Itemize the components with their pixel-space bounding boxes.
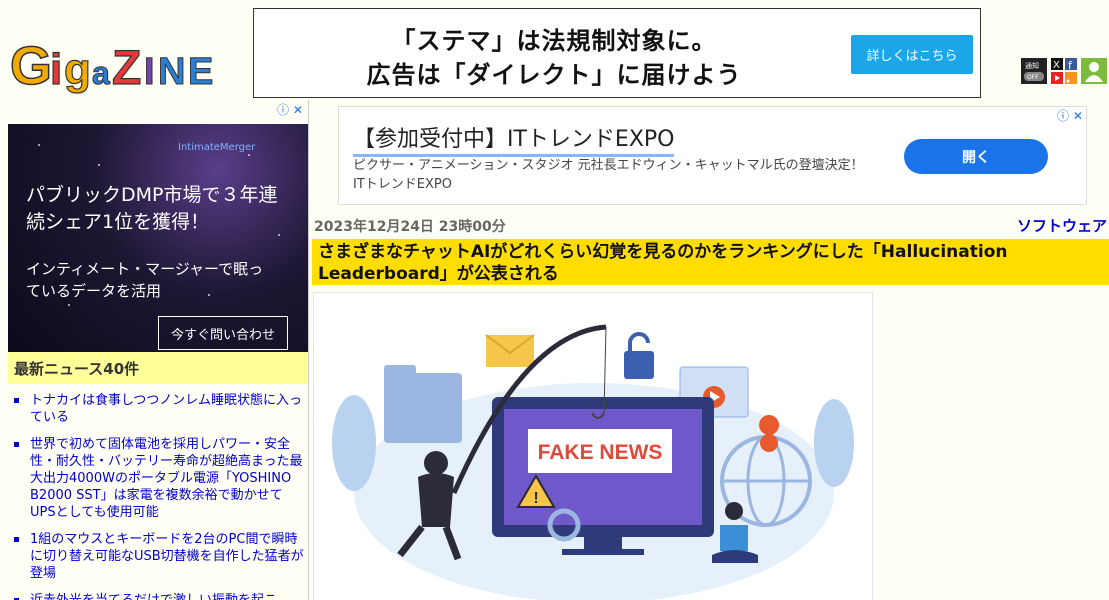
svg-text:E: E — [188, 51, 213, 93]
ad-brand: IntimateMerger — [178, 142, 256, 153]
latest-news-list: トナカイは食事しつつノンレム睡眠状態に入っている 世界で初めて固体電池を採用しパ… — [8, 392, 308, 600]
star-decor — [98, 164, 100, 166]
banner-details-button[interactable]: 詳しくはこちら — [851, 35, 973, 74]
sidebar-ad[interactable]: IntimateMerger パブリックDMP市場で３年連続シェア1位を獲得！ … — [8, 124, 308, 352]
notify-off-icon[interactable]: 通知 OFF — [1021, 58, 1047, 84]
svg-text:OFF: OFF — [1027, 74, 1039, 81]
main-ad-title[interactable]: 【参加受付中】ITトレンドEXPO — [353, 121, 675, 157]
news-link[interactable]: トナカイは食事しつつノンレム睡眠状態に入っている — [8, 392, 308, 426]
star-decor — [38, 144, 40, 146]
social-links-icon[interactable]: Xf — [1051, 58, 1077, 84]
banner-line-1: 「ステマ」は法規制対象に。 — [391, 27, 717, 55]
ad-contact-button[interactable]: 今すぐ問い合わせ — [158, 316, 288, 350]
header-icons: 通知 OFF Xf — [1021, 58, 1107, 86]
svg-text:!: ! — [533, 490, 538, 507]
svg-text:N: N — [158, 51, 185, 93]
svg-text:Z: Z — [112, 42, 141, 94]
ad-headline: パブリックDMP市場で３年連続シェア1位を獲得！ — [26, 184, 278, 233]
news-link[interactable]: 世界で初めて固体電池を採用しパワー・安全性・耐久性・バッテリー寿命が超絶高まった… — [8, 436, 308, 521]
star-decor — [68, 304, 70, 306]
latest-news-heading: 最新ニュース40件 — [8, 352, 308, 384]
top-banner-ad[interactable]: 「ステマ」は法規制対象に。 広告は「ダイレクト」に届けよう 詳しくはこちら — [253, 8, 981, 98]
fake-news-text: FAKE NEWS — [538, 441, 663, 464]
article-hero-image: FAKE NEWS ! — [313, 292, 873, 600]
ad-subtext: インティメート・マージャーで眠っているデータを活用 — [26, 260, 264, 300]
ad-info-close-icon[interactable]: ⓘ ✕ — [1057, 107, 1083, 124]
news-link[interactable]: 近赤外光を当てるだけで激しい振動を起こ — [8, 592, 308, 600]
column-divider — [308, 100, 309, 600]
ad-info-close-icon[interactable]: ⓘ ✕ — [277, 101, 303, 118]
article-date: 2023年12月24日 23時00分 — [314, 219, 506, 235]
svg-text:X: X — [1053, 60, 1060, 71]
news-link[interactable]: 1組のマウスとキーボードを2台のPC間で瞬時に切り替え可能なUSB切替機を自作し… — [8, 531, 308, 582]
article-category-link[interactable]: ソフトウェア — [1017, 215, 1107, 236]
main-ad[interactable]: 【参加受付中】ITトレンドEXPO ピクサー・アニメーション・スタジオ 元社長エ… — [338, 106, 1087, 205]
svg-text:a: a — [92, 55, 110, 91]
main-ad-open-button[interactable]: 開く — [904, 139, 1048, 174]
svg-text:G: G — [10, 36, 52, 94]
user-icon[interactable] — [1081, 58, 1107, 84]
article-title: さまざまなチャットAIがどれくらい幻覚を見るのかをランキングにした「Halluc… — [312, 239, 1109, 285]
star-decor — [248, 154, 250, 156]
svg-text:g: g — [64, 45, 91, 94]
main-ad-description: ピクサー・アニメーション・スタジオ 元社長エドウィン・キャットマル氏の登壇決定！… — [353, 158, 864, 192]
svg-text:通知: 通知 — [1025, 61, 1039, 70]
banner-line-2: 広告は「ダイレクト」に届けよう — [366, 61, 742, 89]
svg-text:I: I — [144, 51, 155, 93]
gigazine-logo[interactable]: G i g a Z I N E — [8, 28, 218, 97]
svg-text:i: i — [50, 45, 62, 94]
